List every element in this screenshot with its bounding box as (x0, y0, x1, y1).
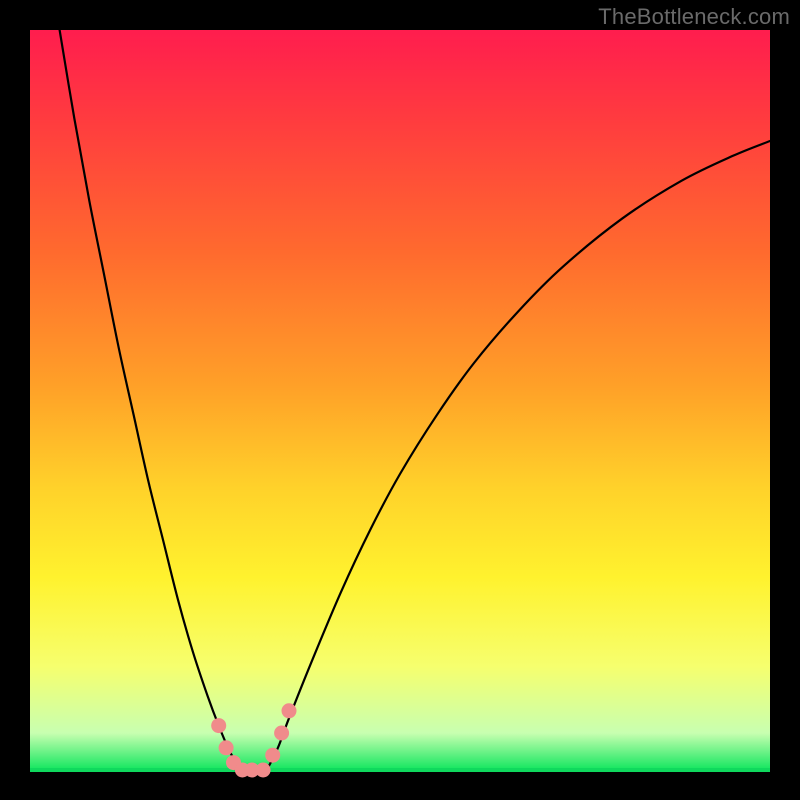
marker-dot (274, 726, 289, 741)
marker-dot (219, 740, 234, 755)
marker-dot (282, 703, 297, 718)
plot-background (30, 30, 770, 770)
chart-stage: TheBottleneck.com (0, 0, 800, 800)
marker-dot (256, 763, 271, 778)
marker-dot (265, 748, 280, 763)
watermark: TheBottleneck.com (598, 4, 790, 30)
bottleneck-chart (0, 0, 800, 800)
marker-dot (211, 718, 226, 733)
